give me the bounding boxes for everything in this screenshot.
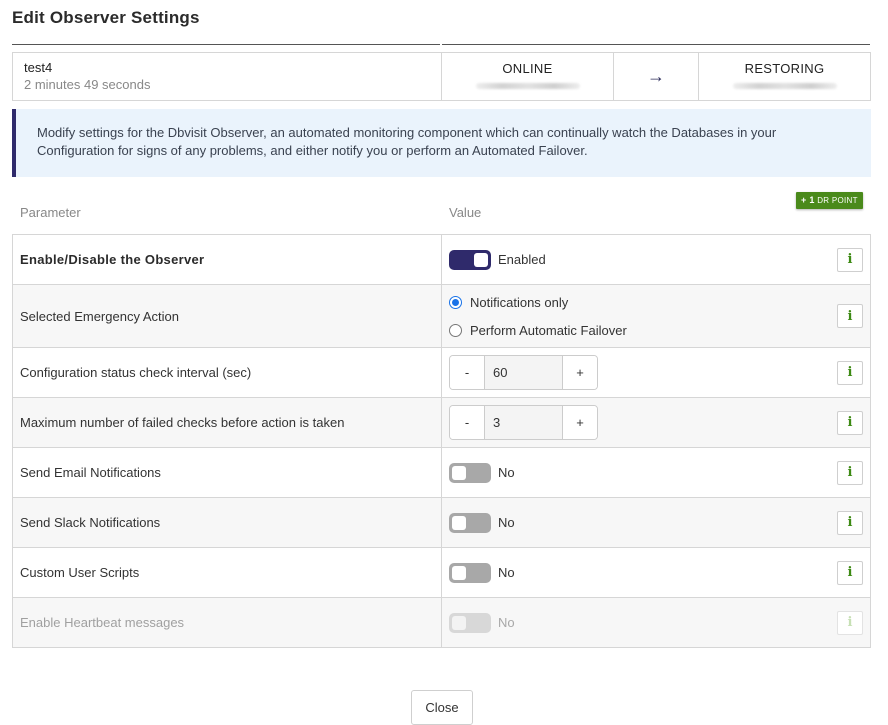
- dr-point-count: + 1: [801, 195, 815, 205]
- toggle-knob: [452, 615, 466, 630]
- observer-name-cell: test4 2 minutes 49 seconds: [13, 53, 442, 100]
- from-state-cell: ONLINE: [442, 53, 614, 100]
- check-interval-input[interactable]: 60: [484, 356, 563, 389]
- max-failed-checks-input[interactable]: 3: [484, 406, 563, 439]
- email-notifications-toggle[interactable]: [449, 462, 491, 483]
- info-icon[interactable]: i: [837, 360, 863, 385]
- info-icon[interactable]: i: [837, 560, 863, 585]
- emergency-action-value: Notifications only Perform Automatic Fai…: [442, 285, 870, 347]
- custom-user-scripts-toggle[interactable]: [449, 562, 491, 583]
- value-column-header: Value: [449, 205, 482, 220]
- email-notifications-label: Send Email Notifications: [13, 448, 442, 497]
- slack-notifications-state: No: [498, 515, 515, 530]
- toggle-knob: [474, 252, 488, 267]
- radio-automatic-failover[interactable]: Perform Automatic Failover: [449, 316, 627, 344]
- toggle-knob: [452, 565, 466, 580]
- dialog-title: Edit Observer Settings: [12, 8, 200, 27]
- close-button[interactable]: Close: [411, 690, 473, 725]
- toggle-knob: [452, 465, 466, 480]
- email-notifications-state: No: [498, 465, 515, 480]
- enable-observer-value: Enabled i: [442, 235, 870, 284]
- to-state-label: RESTORING: [744, 61, 825, 76]
- max-failed-checks-stepper: - 3 +: [449, 405, 598, 440]
- slack-notifications-value: No i: [442, 498, 870, 547]
- from-state-label: ONLINE: [502, 61, 553, 76]
- decrement-button[interactable]: -: [450, 406, 484, 439]
- title-divider: [442, 44, 870, 45]
- settings-table: Enable/Disable the Observer Enabled i Se…: [12, 234, 871, 648]
- increment-button[interactable]: +: [563, 406, 597, 439]
- observer-elapsed-time: 2 minutes 49 seconds: [24, 77, 151, 92]
- redacted-text: [475, 83, 580, 89]
- redacted-text: [732, 83, 837, 89]
- info-icon[interactable]: i: [837, 410, 863, 435]
- arrow-right-icon: →: [614, 53, 699, 100]
- slack-notifications-label: Send Slack Notifications: [13, 498, 442, 547]
- title-divider: [12, 44, 440, 45]
- custom-user-scripts-state: No: [498, 565, 515, 580]
- radio-label: Notifications only: [470, 294, 569, 310]
- table-row: Selected Emergency Action Notifications …: [13, 285, 870, 348]
- parameter-column-header: Parameter: [20, 205, 81, 220]
- info-icon[interactable]: i: [837, 304, 863, 328]
- emergency-action-label: Selected Emergency Action: [13, 285, 442, 347]
- table-row: Configuration status check interval (sec…: [13, 348, 870, 398]
- radio-unchecked-icon[interactable]: [449, 323, 462, 337]
- check-interval-value: - 60 + i: [442, 348, 870, 397]
- observer-name: test4: [24, 60, 53, 75]
- max-failed-checks-value: - 3 + i: [442, 398, 870, 447]
- heartbeat-messages-state: No: [498, 615, 515, 630]
- max-failed-checks-label: Maximum number of failed checks before a…: [13, 398, 442, 447]
- heartbeat-messages-label: Enable Heartbeat messages: [13, 598, 442, 647]
- enable-observer-toggle[interactable]: [449, 249, 491, 270]
- increment-button[interactable]: +: [563, 356, 597, 389]
- table-row: Send Email Notifications No i: [13, 448, 870, 498]
- info-icon[interactable]: i: [837, 247, 863, 272]
- table-row: Enable/Disable the Observer Enabled i: [13, 235, 870, 285]
- table-row: Maximum number of failed checks before a…: [13, 398, 870, 448]
- radio-label: Perform Automatic Failover: [470, 322, 627, 338]
- radio-notifications-only[interactable]: Notifications only: [449, 288, 627, 316]
- emergency-action-radio-group: Notifications only Perform Automatic Fai…: [449, 288, 627, 344]
- dr-point-badge: + 1 DR POINT: [796, 192, 863, 209]
- slack-notifications-toggle[interactable]: [449, 512, 491, 533]
- observer-status-box: test4 2 minutes 49 seconds ONLINE → REST…: [12, 52, 871, 101]
- decrement-button[interactable]: -: [450, 356, 484, 389]
- radio-checked-icon[interactable]: [449, 295, 462, 309]
- to-state-cell: RESTORING: [699, 53, 870, 100]
- heartbeat-messages-toggle: [449, 612, 491, 633]
- info-icon[interactable]: i: [837, 510, 863, 535]
- toggle-knob: [452, 515, 466, 530]
- table-row: Send Slack Notifications No i: [13, 498, 870, 548]
- custom-user-scripts-value: No i: [442, 548, 870, 597]
- enable-observer-label: Enable/Disable the Observer: [13, 235, 442, 284]
- info-icon[interactable]: i: [837, 460, 863, 485]
- table-row: Custom User Scripts No i: [13, 548, 870, 598]
- enable-observer-state: Enabled: [498, 252, 546, 267]
- info-icon: i: [837, 610, 863, 635]
- info-banner: Modify settings for the Dbvisit Observer…: [12, 109, 871, 177]
- table-row: Enable Heartbeat messages No i: [13, 598, 870, 648]
- dr-point-label: DR POINT: [817, 196, 858, 205]
- custom-user-scripts-label: Custom User Scripts: [13, 548, 442, 597]
- heartbeat-messages-value: No i: [442, 598, 870, 647]
- check-interval-label: Configuration status check interval (sec…: [13, 348, 442, 397]
- check-interval-stepper: - 60 +: [449, 355, 598, 390]
- email-notifications-value: No i: [442, 448, 870, 497]
